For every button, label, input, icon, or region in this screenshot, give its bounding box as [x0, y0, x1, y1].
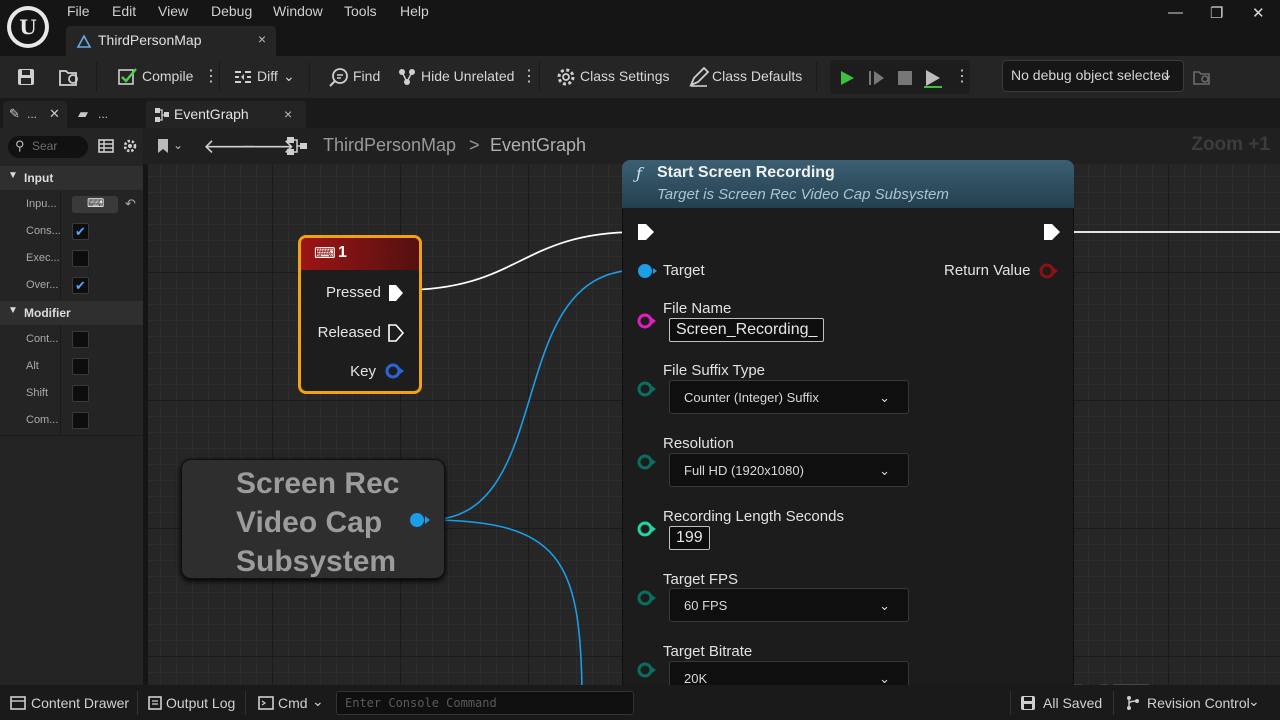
recording-length-input[interactable]: 199: [669, 526, 710, 550]
revision-chevron-icon[interactable]: ⌄: [1248, 693, 1260, 710]
target-bitrate-label: Target Bitrate: [663, 643, 753, 660]
key-pin-label: Key: [350, 363, 376, 380]
file-name-pin-icon[interactable]: [636, 312, 658, 330]
content-drawer-button[interactable]: Content Drawer: [31, 695, 129, 711]
recording-length-label: Recording Length Seconds: [663, 508, 844, 525]
all-saved-icon[interactable]: [1020, 695, 1036, 711]
key-node-title: 1: [338, 244, 347, 261]
chevron-down-icon: ⌄: [879, 671, 890, 685]
resolution-dropdown[interactable]: Full HD (1920x1080) ⌄: [669, 453, 909, 487]
target-pin-icon[interactable]: [636, 262, 658, 280]
chevron-down-icon: ⌄: [879, 463, 890, 478]
subsystem-output-pin-icon[interactable]: [407, 510, 431, 530]
output-log-button[interactable]: Output Log: [166, 695, 235, 711]
suffix-type-pin-icon[interactable]: [636, 380, 658, 398]
target-wire: [427, 269, 639, 521]
target-fps-label: Target FPS: [663, 571, 739, 588]
target-bitrate-dropdown[interactable]: 20K ⌄: [669, 661, 909, 685]
console-command-input[interactable]: Enter Console Command: [336, 691, 634, 715]
key-event-node[interactable]: ⌨ 1 Pressed Released Key: [298, 235, 422, 394]
target-fps-value: 60 FPS: [684, 598, 728, 613]
suffix-type-label: File Suffix Type: [663, 362, 765, 379]
target-fps-pin-icon[interactable]: [636, 589, 658, 607]
exec-out-pin-icon[interactable]: [1042, 222, 1062, 242]
function-node-subtitle: Target is Screen Rec Video Cap Subsystem: [657, 186, 949, 203]
status-bar: Content Drawer Output Log Cmd ⌄ Enter Co…: [0, 685, 1280, 720]
pressed-pin-label: Pressed: [325, 284, 381, 301]
bitrate-clip: 20K ⌄: [622, 661, 1074, 685]
all-saved-button[interactable]: All Saved: [1043, 695, 1102, 711]
content-drawer-icon[interactable]: [10, 696, 26, 710]
released-pin-label: Released: [317, 324, 381, 341]
file-name-label: File Name: [663, 300, 732, 317]
target-bitrate-value: 20K: [684, 671, 708, 685]
return-value-pin-icon[interactable]: [1038, 262, 1060, 280]
key-node-header: ⌨ 1: [301, 238, 419, 270]
suffix-type-value: Counter (Integer) Suffix: [684, 390, 819, 405]
revision-control-button[interactable]: Revision Control: [1147, 695, 1250, 711]
suffix-type-dropdown[interactable]: Counter (Integer) Suffix ⌄: [669, 380, 909, 414]
key-struct-pin-icon[interactable]: [385, 362, 405, 380]
chevron-down-icon: ⌄: [879, 390, 890, 405]
released-exec-pin-icon[interactable]: [387, 323, 405, 343]
file-name-input[interactable]: Screen_Recording_: [669, 318, 825, 342]
resolution-pin-icon[interactable]: [636, 453, 658, 471]
console-placeholder: Enter Console Command: [345, 696, 497, 710]
target-label: Target: [663, 262, 705, 279]
pressed-exec-pin-icon[interactable]: [387, 283, 405, 303]
cmd-icon[interactable]: [258, 696, 274, 710]
subsystem-node-label: Screen Rec Video Cap Subsystem: [236, 467, 400, 578]
cmd-button[interactable]: Cmd: [278, 695, 308, 711]
function-icon: ƒ: [636, 164, 642, 183]
output-log-icon[interactable]: [148, 696, 162, 710]
exec-in-pin-icon[interactable]: [636, 222, 656, 242]
chevron-down-icon: ⌄: [879, 598, 890, 613]
keyboard-icon: ⌨: [314, 245, 336, 262]
revision-control-icon[interactable]: [1125, 695, 1141, 711]
subsystem-out-wire: [427, 519, 583, 691]
resolution-value: Full HD (1920x1080): [684, 463, 804, 478]
function-node-title: Start Screen Recording: [657, 164, 835, 181]
cmd-chevron-icon[interactable]: ⌄: [312, 693, 324, 710]
target-fps-dropdown[interactable]: 60 FPS ⌄: [669, 588, 909, 622]
return-value-label: Return Value: [944, 262, 1031, 279]
exec-wire: [401, 231, 639, 291]
recording-length-pin-icon[interactable]: [636, 520, 658, 538]
resolution-label: Resolution: [663, 435, 734, 452]
